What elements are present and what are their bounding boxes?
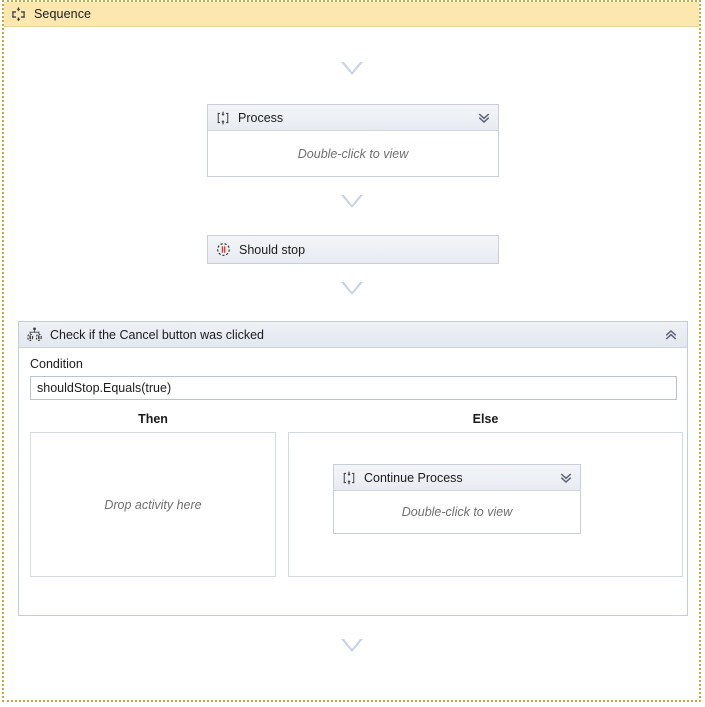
else-drop-area[interactable]: Continue Process — [288, 432, 683, 577]
workflow-sequence-icon — [11, 7, 26, 22]
sequence-container[interactable]: Sequence — [2, 0, 701, 702]
connector-arrow-1 — [4, 62, 699, 75]
chevron-double-down-icon[interactable] — [476, 110, 492, 126]
if-branch-icon — [27, 327, 42, 342]
continue-process-card-title: Continue Process — [364, 471, 558, 485]
if-block-header[interactable]: Check if the Cancel button was clicked — [19, 322, 687, 348]
chevron-double-down-icon[interactable] — [558, 470, 574, 486]
process-card-header[interactable]: Process — [208, 105, 498, 131]
connector-arrow-4 — [4, 639, 699, 652]
then-label: Then — [30, 412, 276, 426]
invoke-workflow-icon — [216, 111, 230, 125]
process-body-hint: Double-click to view — [298, 147, 408, 161]
sequence-canvas[interactable]: Process Double-click to view — [4, 27, 699, 700]
then-drop-hint: Drop activity here — [104, 498, 201, 512]
activity-if-block[interactable]: Check if the Cancel button was clicked C… — [18, 321, 688, 616]
condition-label: Condition — [30, 357, 677, 371]
process-card-body[interactable]: Double-click to view — [208, 131, 498, 176]
connector-arrow-3 — [4, 282, 699, 295]
should-stop-title: Should stop — [239, 243, 305, 257]
continue-process-card-body[interactable]: Double-click to view — [334, 491, 580, 533]
else-label: Else — [288, 412, 683, 426]
invoke-workflow-icon — [342, 471, 356, 485]
chevron-double-up-icon[interactable] — [663, 327, 679, 343]
else-branch: Else — [288, 412, 683, 577]
sequence-header[interactable]: Sequence — [4, 2, 699, 27]
activity-card-process[interactable]: Process Double-click to view — [207, 104, 499, 177]
if-branches: Then Drop activity here Else — [30, 412, 677, 577]
connector-arrow-2 — [4, 195, 699, 208]
then-branch: Then Drop activity here — [30, 412, 276, 577]
activity-card-continue-process[interactable]: Continue Process — [333, 464, 581, 534]
should-stop-icon — [216, 242, 231, 257]
sequence-title: Sequence — [34, 7, 91, 21]
if-block-content: Condition Then Drop activity here Else — [19, 348, 687, 589]
process-card-title: Process — [238, 111, 476, 125]
continue-process-card-header[interactable]: Continue Process — [334, 465, 580, 491]
then-drop-area[interactable]: Drop activity here — [30, 432, 276, 577]
activity-should-stop[interactable]: Should stop — [207, 235, 499, 264]
if-block-title: Check if the Cancel button was clicked — [50, 328, 663, 342]
continue-process-body-hint: Double-click to view — [402, 505, 512, 519]
condition-input[interactable] — [30, 376, 677, 400]
